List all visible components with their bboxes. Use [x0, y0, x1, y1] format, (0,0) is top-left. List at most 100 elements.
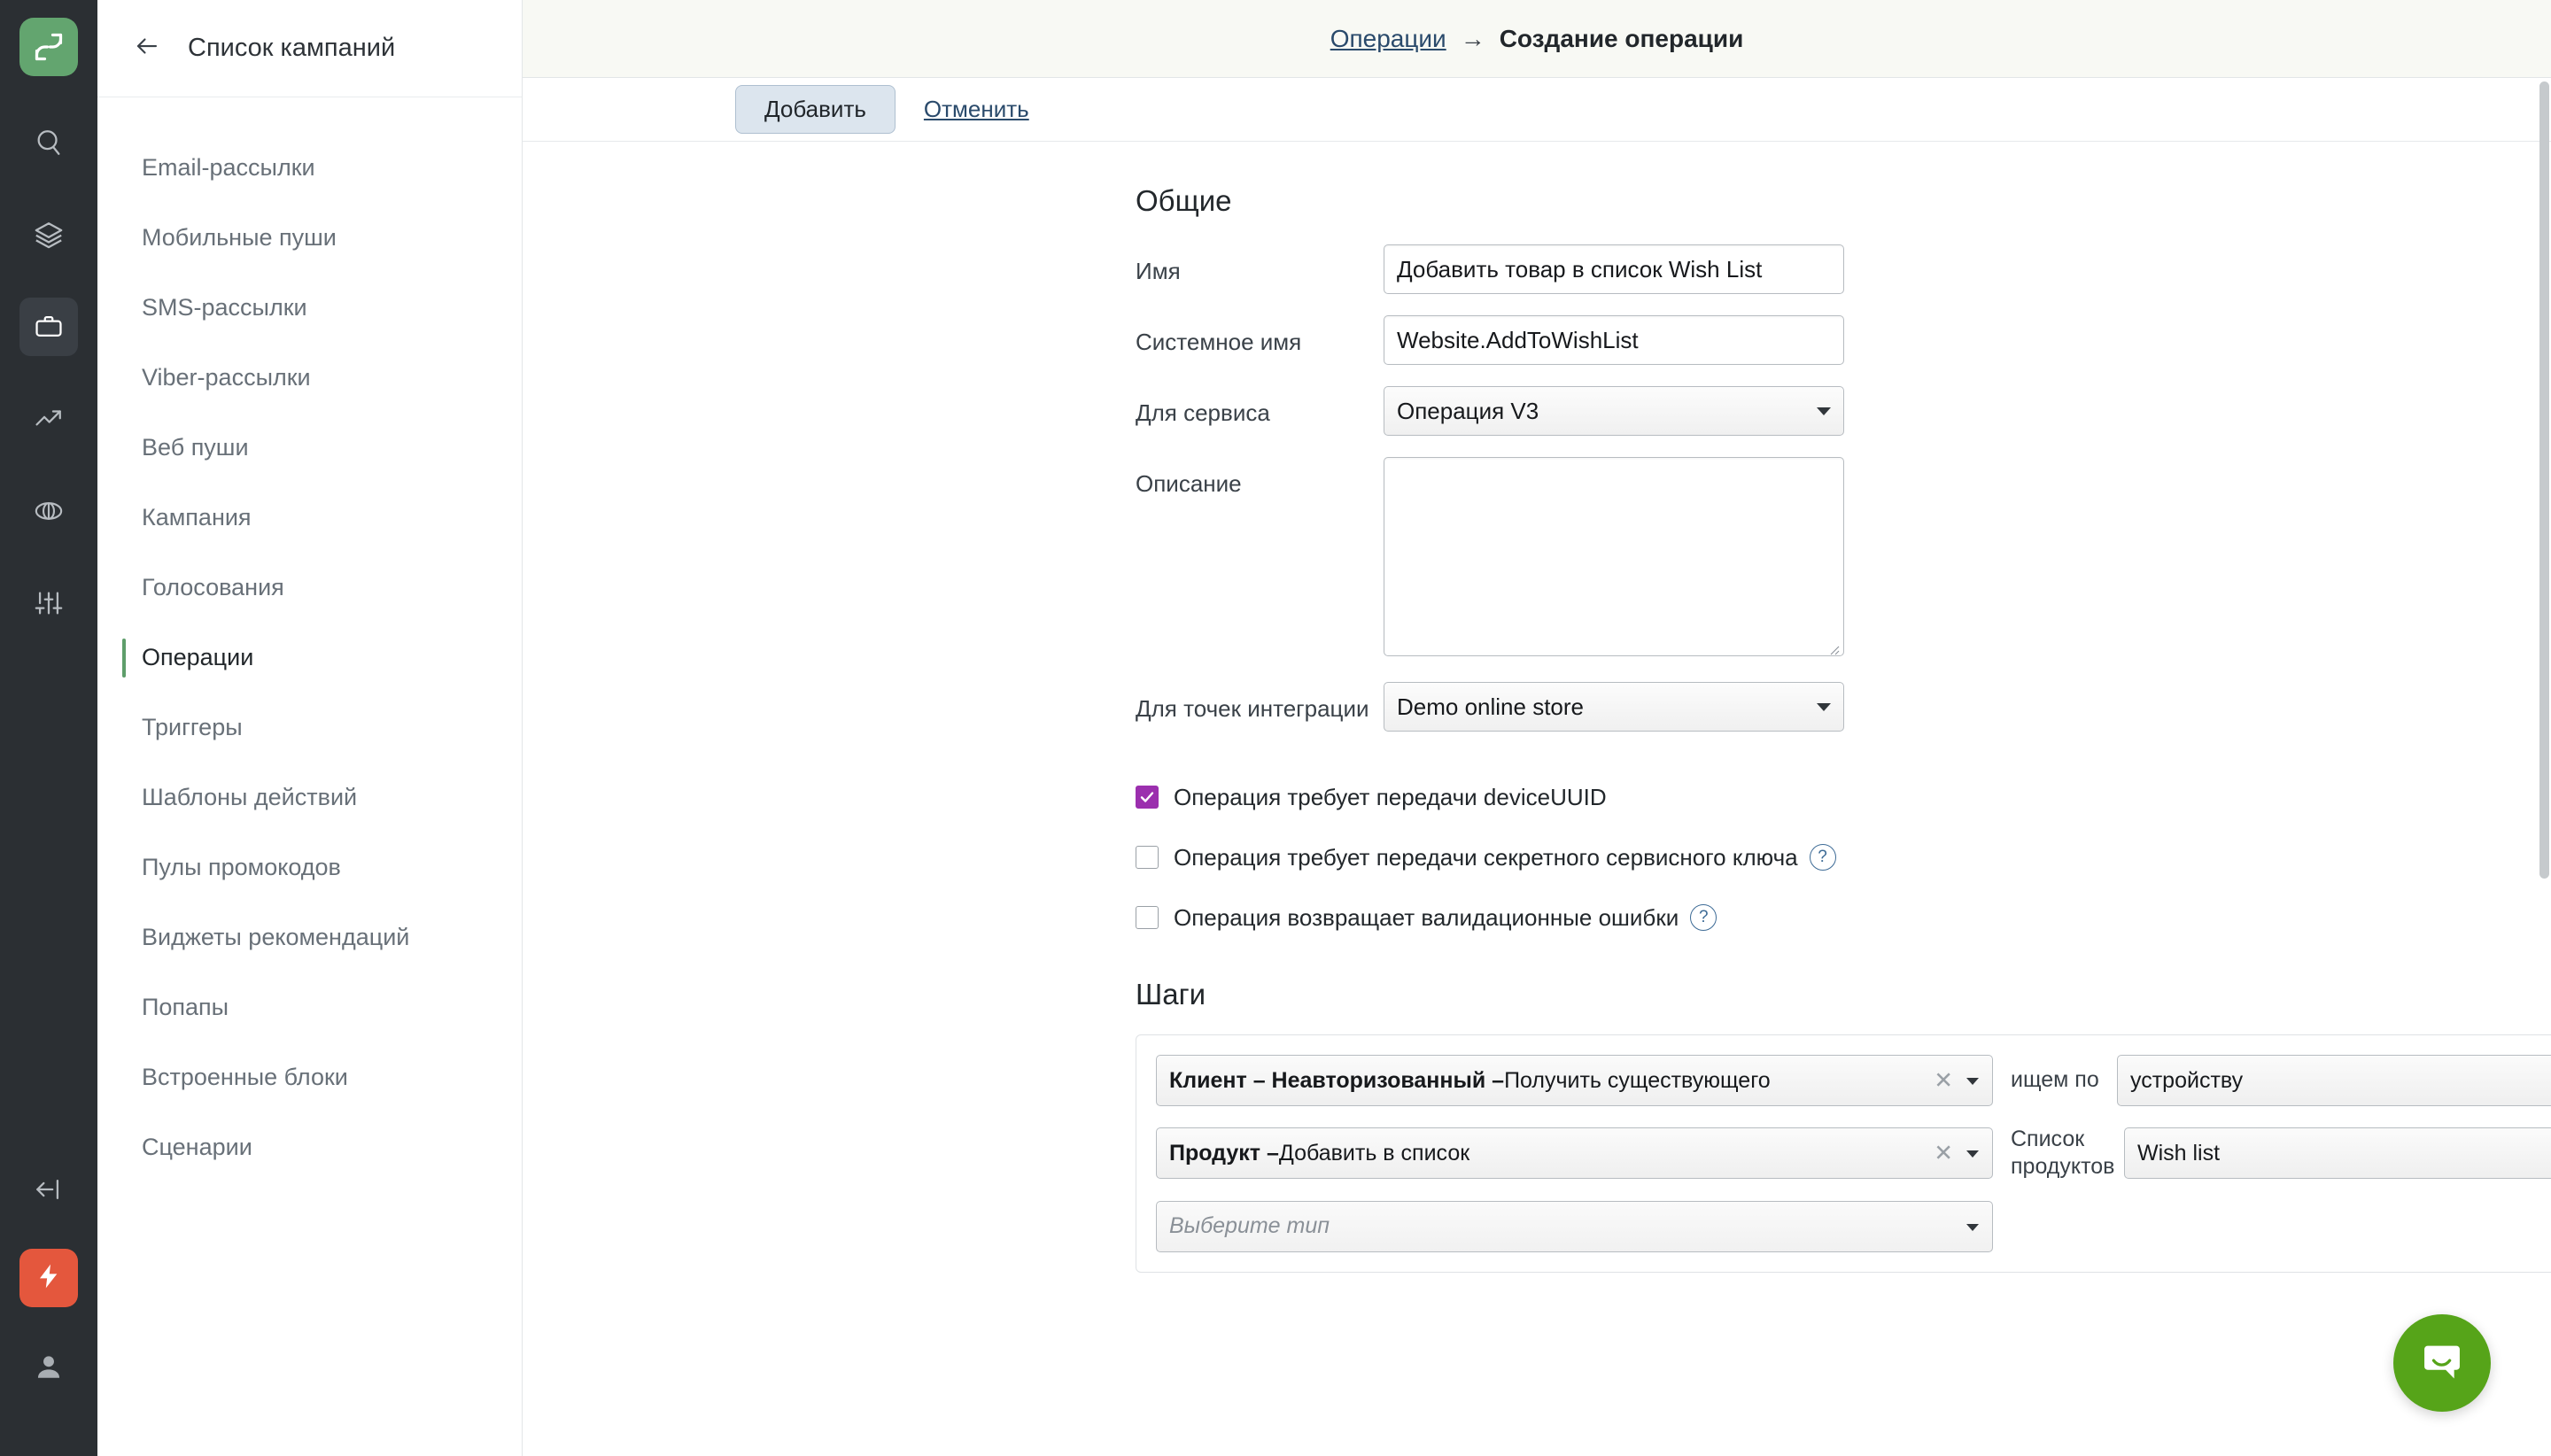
service-select[interactable]: Операция V3 — [1384, 386, 1844, 436]
sidebar-item-label: Viber-рассылки — [142, 364, 311, 391]
check-icon — [1140, 792, 1154, 802]
sidebar-item-popups[interactable]: Попапы — [97, 972, 522, 1042]
sidebar-item-label: SMS-рассылки — [142, 294, 307, 321]
sidebar-header: Список кампаний — [97, 0, 522, 97]
step-action-select[interactable]: Продукт – Добавить в список ✕ — [1156, 1127, 1993, 1180]
clear-icon[interactable]: ✕ — [1934, 1140, 1953, 1167]
sidebar-item-embedded-blocks[interactable]: Встроенные блоки — [97, 1042, 522, 1112]
rail-item-web[interactable] — [19, 482, 78, 540]
sidebar-item-scenarios[interactable]: Сценарии — [97, 1112, 522, 1182]
sidebar-item-label: Попапы — [142, 994, 229, 1020]
rail-item-layers[interactable] — [19, 205, 78, 264]
step-param-select[interactable]: устройству — [2117, 1055, 2551, 1106]
validation-errors-checkbox[interactable] — [1136, 906, 1159, 929]
breadcrumb-parent-link[interactable]: Операции — [1330, 25, 1446, 53]
system-name-input[interactable] — [1384, 315, 1844, 365]
rail-item-profile[interactable] — [19, 1337, 78, 1396]
vertical-scrollbar[interactable] — [2539, 81, 2549, 879]
trending-up-icon — [34, 404, 64, 434]
sidebar-title: Список кампаний — [188, 34, 396, 62]
chat-widget-button[interactable] — [2393, 1314, 2491, 1412]
deviceuuid-checkbox[interactable] — [1136, 786, 1159, 809]
checkbox-row-deviceuuid: Операция требует передачи deviceUUID — [1136, 767, 2551, 827]
chevron-down-icon — [1966, 1150, 1979, 1158]
sidebar-item-label: Веб пуши — [142, 434, 249, 461]
rail-item-search[interactable] — [19, 113, 78, 172]
step-action-select[interactable]: Клиент – Неавторизованный – Получить сущ… — [1156, 1055, 1993, 1106]
sidebar-item-label: Email-рассылки — [142, 154, 315, 181]
description-label: Описание — [1136, 470, 1242, 497]
chevron-down-icon — [1817, 407, 1831, 415]
steps-card: Клиент – Неавторизованный – Получить сущ… — [1136, 1034, 2551, 1273]
field-row-service: Для сервиса Операция V3 — [523, 386, 2551, 436]
step-action-select-empty[interactable]: Выберите тип — [1156, 1200, 1993, 1252]
sidebar-item-votes[interactable]: Голосования — [97, 553, 522, 623]
sidebar-item-promocode-pools[interactable]: Пулы промокодов — [97, 833, 522, 902]
sidebar-item-web-push[interactable]: Веб пуши — [97, 413, 522, 483]
sidebar-item-recommendation-widgets[interactable]: Виджеты рекомендаций — [97, 902, 522, 972]
sidebar-item-label: Пулы промокодов — [142, 854, 341, 880]
step-action-rest: Добавить в список — [1278, 1140, 1470, 1166]
field-row-system-name: Системное имя — [523, 315, 2551, 365]
rail-item-collapse[interactable] — [19, 1160, 78, 1219]
sidebar-item-operations[interactable]: Операции — [97, 623, 522, 693]
general-section-title: Общие — [1136, 184, 1232, 217]
sidebar-item-mobile-push[interactable]: Мобильные пуши — [97, 203, 522, 273]
clear-icon[interactable]: ✕ — [1934, 1067, 1953, 1095]
checkbox-row-validation-errors: Операция возвращает валидационные ошибки… — [1136, 887, 2551, 948]
help-icon[interactable]: ? — [1809, 844, 1836, 871]
user-icon — [34, 1351, 64, 1382]
steps-section-title: Шаги — [1136, 978, 1206, 1011]
sliders-icon — [34, 588, 64, 618]
service-label: Для сервиса — [1136, 399, 1270, 426]
description-holder — [1384, 457, 1844, 661]
description-textarea[interactable] — [1384, 457, 1844, 656]
app-root: Список кампаний Email-рассылки Мобильные… — [0, 0, 2551, 1456]
add-button[interactable]: Добавить — [735, 85, 896, 134]
step-mid-label: Список продуктов — [2011, 1127, 2115, 1180]
help-icon[interactable]: ? — [1690, 904, 1717, 931]
rail-item-settings[interactable] — [19, 574, 78, 632]
cancel-button[interactable]: Отменить — [924, 96, 1029, 123]
sidebar-item-label: Встроенные блоки — [142, 1064, 348, 1090]
checkbox-row-secret-key: Операция требует передачи секретного сер… — [1136, 827, 2551, 887]
secret-key-checkbox-label: Операция требует передачи секретного сер… — [1174, 843, 1798, 871]
step-action-strong: Клиент – Неавторизованный – — [1169, 1067, 1505, 1093]
sidebar-item-label: Шаблоны действий — [142, 784, 358, 810]
sidebar-item-label: Сценарии — [142, 1134, 252, 1160]
secret-key-checkbox[interactable] — [1136, 846, 1159, 869]
sidebar-item-email[interactable]: Email-рассылки — [97, 133, 522, 203]
search-icon — [34, 128, 64, 158]
rail-bottom-group — [19, 1160, 78, 1456]
integration-select[interactable]: Demo online store — [1384, 682, 1844, 732]
system-name-label: Системное имя — [1136, 329, 1302, 355]
sidebar-item-viber[interactable]: Viber-рассылки — [97, 343, 522, 413]
rail-item-analytics[interactable] — [19, 390, 78, 448]
step-row: Выберите тип — [1156, 1200, 2551, 1252]
name-input[interactable] — [1384, 244, 1844, 294]
sidebar-item-label: Операции — [142, 644, 254, 670]
chevron-down-icon — [1966, 1078, 1979, 1085]
flash-icon — [35, 1262, 63, 1295]
briefcase-icon — [34, 312, 64, 342]
rail-item-flash[interactable] — [19, 1249, 78, 1307]
step-param-value: устройству — [2130, 1067, 2244, 1093]
breadcrumb: Операции → Создание операции — [523, 0, 2551, 78]
step-param-select[interactable]: Wish list — [2124, 1127, 2551, 1180]
field-row-description: Описание — [523, 457, 2551, 661]
icon-rail — [0, 0, 97, 1456]
sidebar-item-sms[interactable]: SMS-рассылки — [97, 273, 522, 343]
globe-icon — [34, 496, 64, 526]
step-action-placeholder: Выберите тип — [1169, 1213, 1330, 1238]
brand-logo-icon[interactable] — [19, 18, 78, 76]
step-row: Продукт – Добавить в список ✕ Список про… — [1156, 1126, 2551, 1181]
main-content: Операции → Создание операции Добавить От… — [523, 0, 2551, 1456]
campaign-sidebar: Список кампаний Email-рассылки Мобильные… — [97, 0, 523, 1456]
integration-label: Для точек интеграции — [1136, 695, 1369, 722]
sidebar-item-triggers[interactable]: Триггеры — [97, 693, 522, 763]
sidebar-item-campaign[interactable]: Кампания — [97, 483, 522, 553]
rail-item-campaigns[interactable] — [19, 298, 78, 356]
sidebar-item-action-templates[interactable]: Шаблоны действий — [97, 763, 522, 833]
service-select-value: Операция V3 — [1397, 397, 1539, 424]
back-button[interactable] — [124, 26, 170, 72]
